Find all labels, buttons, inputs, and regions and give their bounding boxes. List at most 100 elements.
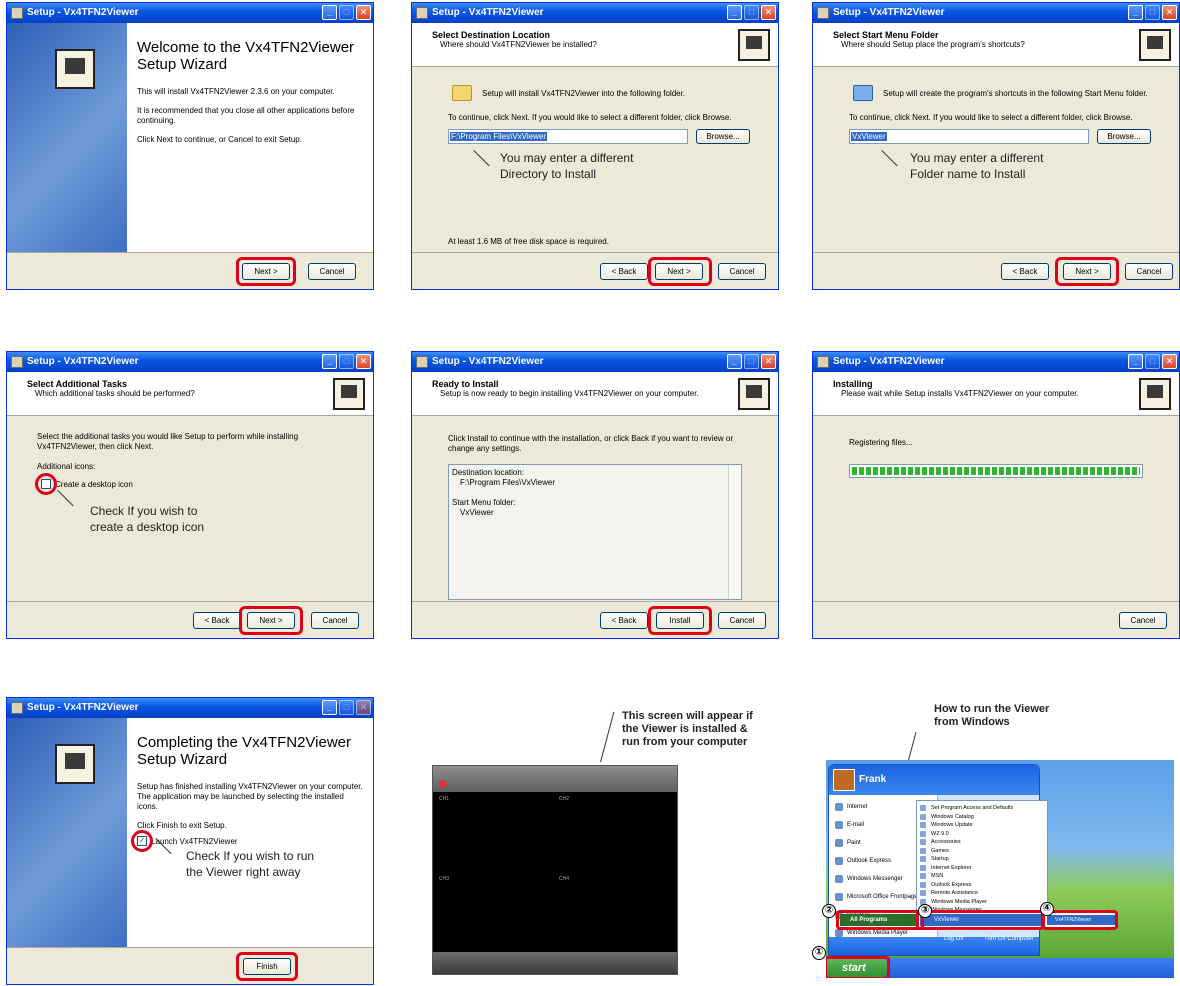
title-bar[interactable]: Setup - Vx4TFN2Viewer _ □ ✕ — [7, 352, 373, 372]
close-icon[interactable]: ✕ — [1162, 354, 1177, 369]
vertical-scrollbar[interactable] — [728, 465, 741, 599]
maximize-icon: □ — [339, 700, 354, 715]
summary-dest-label: Destination location: — [452, 468, 525, 477]
annotation-line: How to run the Viewer — [934, 703, 1050, 715]
setup-computer-icon — [1139, 29, 1171, 61]
close-icon[interactable]: ✕ — [1162, 5, 1177, 20]
settings-summary-box[interactable]: Destination location: F:\Program Files\V… — [448, 464, 742, 600]
annotation-line: the Viewer is installed & — [622, 723, 748, 735]
logoff-button[interactable]: Log Off — [944, 936, 964, 942]
cancel-button[interactable]: Cancel — [1119, 612, 1167, 629]
progress-fill — [852, 467, 1140, 475]
minimize-icon[interactable]: _ — [727, 354, 742, 369]
next-button-highlight — [236, 257, 296, 286]
minimize-icon[interactable]: _ — [322, 354, 337, 369]
logoff-label: Log Off — [944, 936, 964, 942]
setup-app-icon — [11, 356, 23, 368]
next-button-highlight — [239, 606, 303, 635]
back-button[interactable]: < Back — [600, 263, 648, 280]
cancel-button[interactable]: Cancel — [718, 263, 766, 280]
folder-icon — [452, 85, 472, 101]
welcome-heading: Welcome to the Vx4TFN2Viewer Setup Wizar… — [137, 39, 355, 73]
destination-path-value: F:\Program Files\VxViewer — [450, 132, 547, 141]
close-icon[interactable]: ✕ — [761, 354, 776, 369]
annotation-startmenu: You may enter a different Folder name to … — [910, 150, 1043, 182]
complete-text-1: Setup has finished installing Vx4TFN2Vie… — [137, 782, 363, 811]
window-title: Setup - Vx4TFN2Viewer — [432, 356, 544, 367]
annotation-line: from Windows — [934, 716, 1010, 728]
close-icon[interactable]: ✕ — [356, 5, 371, 20]
minimize-icon[interactable]: _ — [727, 5, 742, 20]
title-bar[interactable]: Setup - Vx4TFN2Viewer _ □ ✕ — [813, 3, 1179, 23]
annotation-line: run from your computer — [622, 736, 748, 748]
ready-instructions: Click Install to continue with the insta… — [448, 434, 734, 453]
start-menu-folder-input[interactable]: VxViewer — [849, 129, 1089, 144]
viewer-playback-controls[interactable] — [433, 952, 677, 974]
summary-dest-value: F:\Program Files\VxViewer — [460, 478, 555, 487]
programs-submenu: Set Program Access and Defaults Windows C… — [916, 800, 1048, 928]
window-title: Setup - Vx4TFN2Viewer — [833, 7, 945, 18]
page-title: Select Destination Location — [432, 30, 551, 40]
cancel-button[interactable]: Cancel — [718, 612, 766, 629]
maximize-icon: □ — [744, 5, 759, 20]
close-icon[interactable]: ✕ — [356, 354, 371, 369]
viewer-channel-label: CH4 — [559, 876, 570, 882]
cancel-button[interactable]: Cancel — [311, 612, 359, 629]
back-button[interactable]: < Back — [1001, 263, 1049, 280]
page-title: Installing — [833, 379, 873, 389]
page-subtitle: Setup is now ready to begin installing V… — [440, 389, 699, 398]
install-progress-bar — [849, 464, 1143, 478]
window-title: Setup - Vx4TFN2Viewer — [27, 7, 139, 18]
summary-menu-label: Start Menu folder: — [452, 498, 516, 507]
minimize-icon[interactable]: _ — [1128, 5, 1143, 20]
browse-button[interactable]: Browse... — [1097, 129, 1151, 144]
viewer-application-window: CH1 CH2 CH3 CH4 — [432, 765, 678, 975]
setup-app-icon — [11, 7, 23, 19]
setup-computer-icon — [738, 378, 770, 410]
close-icon[interactable]: ✕ — [761, 5, 776, 20]
complete-text-2: Click Finish to exit Setup. — [137, 821, 227, 830]
setup-window-complete: Setup - Vx4TFN2Viewer _ □ ✕ Completing the… — [6, 697, 374, 985]
wizard-footer — [7, 947, 373, 984]
launch-checkbox-label[interactable]: Launch Vx4TFN2Viewer — [151, 837, 238, 846]
viewer-record-icon[interactable] — [439, 780, 447, 788]
back-button[interactable]: < Back — [193, 612, 241, 629]
window-title: Setup - Vx4TFN2Viewer — [27, 356, 139, 367]
setup-computer-icon — [55, 49, 95, 89]
minimize-icon[interactable]: _ — [1128, 354, 1143, 369]
minimize-icon[interactable]: _ — [322, 5, 337, 20]
setup-window-ready: Setup - Vx4TFN2Viewer _ □ ✕ Ready to Insta… — [411, 351, 779, 639]
close-icon: ✕ — [356, 700, 371, 715]
welcome-text-2: It is recommended that you close all oth… — [137, 106, 355, 125]
title-bar[interactable]: Setup - Vx4TFN2Viewer _ □ ✕ — [412, 352, 778, 372]
title-bar[interactable]: Setup - Vx4TFN2Viewer _ □ ✕ — [813, 352, 1179, 372]
setup-app-icon — [817, 7, 829, 19]
instructions-text: To continue, click Next. If you would li… — [448, 113, 732, 122]
finish-button-highlight — [236, 952, 298, 981]
wizard-sidebar-image — [7, 23, 127, 253]
title-bar[interactable]: Setup - Vx4TFN2Viewer _ □ ✕ — [7, 698, 373, 718]
next-button-highlight — [648, 257, 712, 286]
title-bar[interactable]: Setup - Vx4TFN2Viewer _ □ ✕ — [7, 3, 373, 23]
destination-path-input[interactable]: F:\Program Files\VxViewer — [448, 129, 688, 144]
start-menu-header: Frank — [829, 765, 1039, 795]
desktop-icon-label[interactable]: Create a desktop icon — [55, 480, 133, 489]
wizard-sidebar-image — [7, 718, 127, 948]
page-title: Select Additional Tasks — [27, 379, 128, 389]
annotation-pointer — [600, 711, 615, 763]
viewer-toolbar[interactable] — [433, 766, 677, 792]
turnoff-button[interactable]: Turn Off Computer — [984, 936, 1034, 942]
wizard-header: Ready to Install Setup is now ready to b… — [412, 372, 778, 416]
page-subtitle: Which additional tasks should be perform… — [35, 389, 195, 398]
title-bar[interactable]: Setup - Vx4TFN2Viewer _ □ ✕ — [412, 3, 778, 23]
back-button[interactable]: < Back — [600, 612, 648, 629]
cancel-button[interactable]: Cancel — [308, 263, 356, 280]
annotation-line: Directory to Install — [500, 167, 597, 181]
viewer-channel-label: CH1 — [439, 796, 450, 802]
minimize-icon[interactable]: _ — [322, 700, 337, 715]
cancel-button[interactable]: Cancel — [1125, 263, 1173, 280]
browse-button[interactable]: Browse... — [696, 129, 750, 144]
maximize-icon: □ — [744, 354, 759, 369]
annotation-line: You may enter a different — [500, 151, 634, 165]
setup-window-destination: Setup - Vx4TFN2Viewer _ □ ✕ Select Destina… — [411, 2, 779, 290]
